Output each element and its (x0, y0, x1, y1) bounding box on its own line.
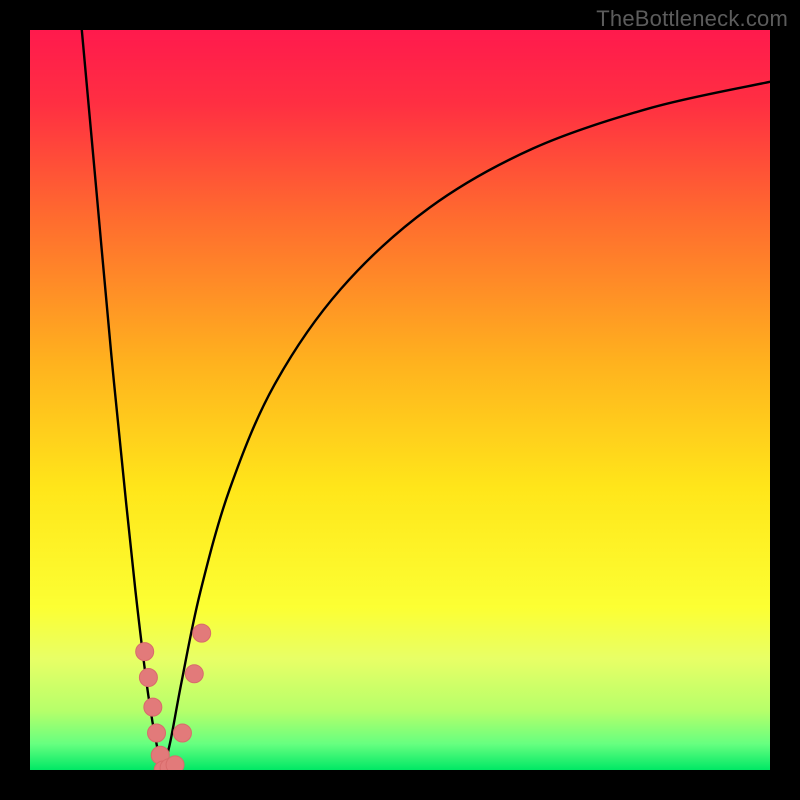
data-marker (173, 724, 191, 742)
curve-right-branch (163, 82, 770, 770)
data-marker (148, 724, 166, 742)
data-marker (136, 643, 154, 661)
data-marker (144, 698, 162, 716)
data-marker (193, 624, 211, 642)
curve-left-branch (82, 30, 163, 770)
watermark-text: TheBottleneck.com (596, 6, 788, 32)
chart-frame: TheBottleneck.com (0, 0, 800, 800)
data-marker (166, 756, 184, 770)
marker-group (136, 624, 211, 770)
plot-area (30, 30, 770, 770)
data-marker (139, 669, 157, 687)
curve-layer (30, 30, 770, 770)
data-marker (185, 665, 203, 683)
